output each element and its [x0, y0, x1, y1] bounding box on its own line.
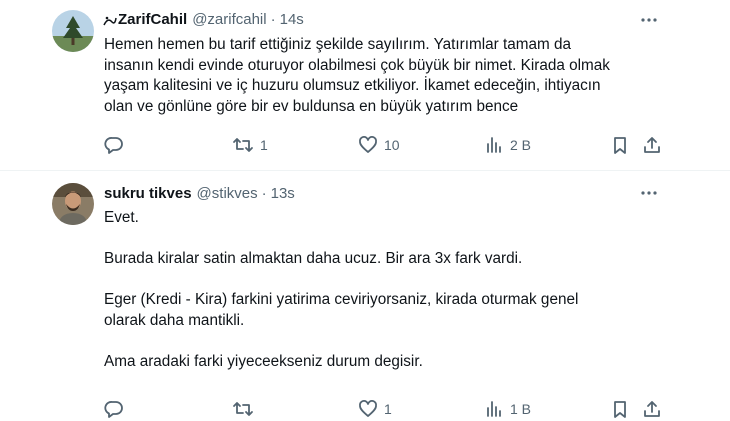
avatar-stikves[interactable]: [52, 183, 94, 225]
tweet-line: Burada kiralar satin almaktan daha ucuz.…: [104, 250, 523, 268]
tweet-line: olan ve gönlüne göre bir ev buldunsa en …: [104, 97, 519, 115]
like-count: 10: [384, 137, 400, 153]
views-count: 2 B: [510, 137, 532, 153]
like-button[interactable]: 10: [358, 133, 400, 157]
bookmark-icon: [614, 137, 626, 154]
avatar-zarifcahil[interactable]: [52, 10, 94, 52]
tweet-line: [104, 270, 664, 291]
tweet-actions: 1 1 B: [104, 397, 664, 421]
reply-icon: [104, 401, 123, 418]
tweet-1[interactable]: ZarifCahil @zarifcahil · 14s Hemen hemen…: [0, 0, 730, 170]
more-options-icon[interactable]: [639, 183, 659, 203]
user-handle[interactable]: @zarifcahil: [192, 11, 266, 28]
views-button[interactable]: 2 B: [484, 133, 531, 157]
reply-icon: [104, 137, 123, 154]
tweet-actions: 1 10 2 B: [104, 133, 664, 157]
display-name[interactable]: ZarifCahil: [118, 11, 187, 28]
tweet-2[interactable]: sukru tikves @stikves · 13s Evet. Burada…: [0, 171, 730, 420]
share-button[interactable]: [642, 397, 662, 421]
bookmark-button[interactable]: [610, 397, 630, 421]
bookmark-icon: [614, 401, 626, 418]
share-button[interactable]: [642, 133, 662, 157]
tweet-line: olarak daha mantikli.: [104, 311, 245, 329]
separator-dot: ·: [270, 11, 276, 28]
views-chart-icon: [487, 401, 501, 417]
tweet-text: Hemen hemen bu tarif ettiğiniz şekilde s…: [104, 35, 664, 117]
reply-button[interactable]: [104, 397, 130, 421]
timestamp[interactable]: 13s: [271, 185, 295, 202]
share-icon: [644, 401, 660, 417]
tweet-line: Hemen hemen bu tarif ettiğiniz şekilde s…: [104, 36, 572, 53]
tweet-line: Evet.: [104, 209, 139, 226]
retweet-button[interactable]: 1: [232, 133, 268, 157]
retweet-icon: [233, 138, 253, 152]
avatar-image: [52, 183, 94, 225]
tweet-line: [104, 229, 664, 250]
tweet-line: Ama aradaki farki yiyeceekseniz durum de…: [104, 353, 423, 371]
bookmark-button[interactable]: [610, 133, 630, 157]
display-name[interactable]: sukru tikves: [104, 185, 192, 202]
tweet-line: Eger (Kredi - Kira) farkini yatirima cev…: [104, 291, 579, 309]
views-count: 1 B: [510, 401, 532, 417]
views-button[interactable]: 1 B: [484, 397, 531, 421]
tweet-line: [104, 332, 664, 353]
avatar-image: [52, 10, 94, 52]
name-ornament-icon: [103, 16, 117, 26]
retweet-icon: [233, 402, 253, 416]
tweet-text: Evet. Burada kiralar satin almaktan daha…: [104, 208, 664, 373]
tweet-line: insanın kendi evinde oturuyor olabilmesi…: [104, 56, 610, 74]
like-count: 1: [384, 401, 392, 417]
separator-dot: ·: [261, 185, 267, 202]
heart-icon: [359, 136, 377, 153]
tweet-line: yaşam kalitesini ve iç huzuru olumsuz et…: [104, 77, 601, 94]
retweet-count: 1: [260, 137, 268, 153]
share-icon: [644, 137, 660, 153]
like-button[interactable]: 1: [358, 397, 392, 421]
user-handle[interactable]: @stikves: [197, 185, 258, 202]
timestamp[interactable]: 14s: [280, 11, 304, 28]
reply-button[interactable]: [104, 133, 130, 157]
more-options-icon[interactable]: [639, 10, 659, 30]
views-chart-icon: [487, 137, 501, 153]
heart-icon: [359, 400, 377, 417]
retweet-button[interactable]: [232, 397, 260, 421]
